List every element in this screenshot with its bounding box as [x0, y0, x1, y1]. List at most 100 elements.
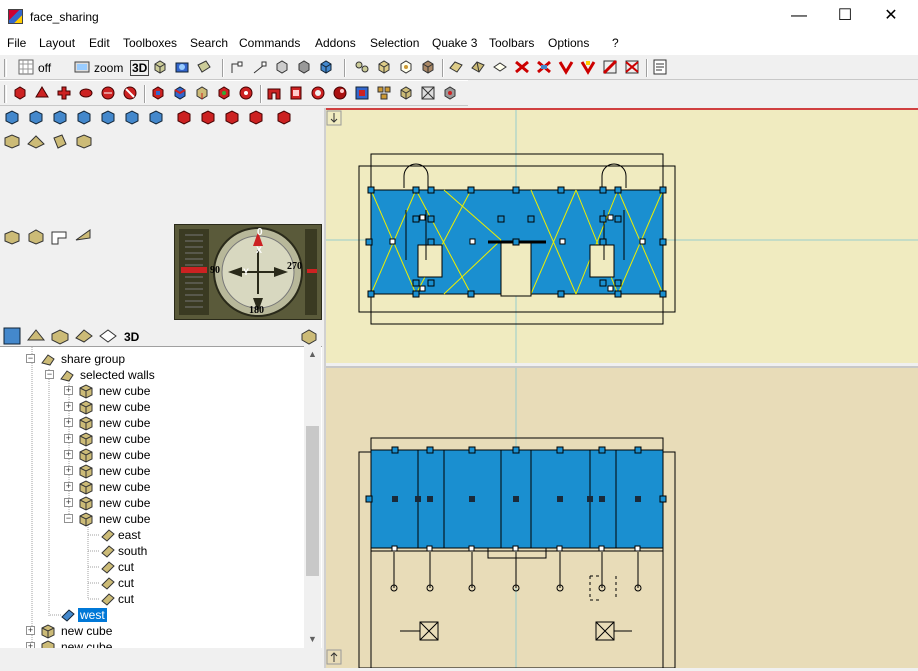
tree-node-cube[interactable]: + new cube [64, 415, 284, 431]
close-button[interactable]: ✕ [868, 0, 914, 32]
red-disk-icon[interactable] [122, 85, 140, 103]
tree-node-cube[interactable]: + new cube [64, 479, 284, 495]
toolbar-grip[interactable] [4, 59, 7, 77]
tree-node-cube[interactable]: + new cube [64, 431, 284, 447]
camera-icon[interactable] [174, 59, 192, 77]
expand-icon[interactable]: + [64, 450, 73, 459]
tree-node-cube[interactable]: + new cube [64, 447, 284, 463]
face-tool-2-icon[interactable] [470, 59, 488, 77]
zoom-icon[interactable] [74, 59, 92, 77]
cut-tool-1-icon[interactable] [514, 59, 532, 77]
entity-icon[interactable] [354, 59, 372, 77]
red-pipe-icon[interactable] [310, 85, 328, 103]
tree-scrollbar[interactable]: ▲ ▼ [304, 346, 321, 648]
red-arch-icon[interactable] [266, 85, 284, 103]
maximize-button[interactable]: ☐ [822, 0, 868, 32]
tree-node-cube[interactable]: + new cube [64, 463, 284, 479]
red-cylinder-icon[interactable] [78, 85, 96, 103]
scroll-down-icon[interactable]: ▼ [304, 631, 321, 648]
blue-red-cube-icon[interactable] [172, 85, 190, 103]
cube-brown-icon[interactable] [420, 59, 438, 77]
tree-node-face[interactable]: cut [100, 591, 280, 607]
menu-selection[interactable]: Selection [370, 36, 419, 50]
menu-edit[interactable]: Edit [89, 36, 110, 50]
grey-cube-icon[interactable] [442, 85, 460, 103]
toolbar-grip[interactable] [4, 85, 7, 103]
vertex-tool-icon[interactable] [230, 59, 248, 77]
red-sphere-icon[interactable] [100, 85, 118, 103]
blue-red-frame-icon[interactable] [354, 85, 372, 103]
cut-tool-3-icon[interactable] [558, 59, 576, 77]
tree-node-cube[interactable]: + new cube [64, 399, 284, 415]
menu-file[interactable]: File [7, 36, 26, 50]
map-view-top[interactable] [326, 108, 918, 363]
tree-node-cube[interactable]: + new cube [26, 639, 266, 648]
red-gear-icon[interactable] [238, 85, 256, 103]
scroll-thumb[interactable] [306, 426, 319, 576]
checker-icon[interactable] [420, 85, 438, 103]
red-prism-icon[interactable] [34, 85, 52, 103]
expand-icon[interactable]: + [64, 418, 73, 427]
view-3d-button[interactable]: 3D [130, 60, 150, 76]
cut-tool-6-icon[interactable] [624, 59, 642, 77]
tree-node-cube[interactable]: + new cube [64, 383, 284, 399]
tree-node-cube[interactable]: + new cube [26, 623, 266, 639]
menu-addons[interactable]: Addons [315, 36, 356, 50]
cube-group-icon[interactable] [376, 85, 394, 103]
tree-node-share-group[interactable]: − share group [26, 351, 286, 367]
grid-off-label[interactable]: off [38, 61, 51, 75]
tree-node-selected-face[interactable]: west [60, 607, 260, 623]
menu-quake3[interactable]: Quake 3 [432, 36, 477, 50]
menu-toolboxes[interactable]: Toolboxes [123, 36, 177, 50]
red-door-icon[interactable] [288, 85, 306, 103]
map-view-bottom[interactable] [326, 366, 918, 669]
menu-toolbars[interactable]: Toolbars [489, 36, 534, 50]
map-tree-view[interactable]: − share group − selected walls + new cub… [0, 346, 322, 648]
expand-icon[interactable]: + [64, 466, 73, 475]
grid-off-icon[interactable] [18, 59, 36, 77]
cut-tool-5-icon[interactable] [602, 59, 620, 77]
menu-commands[interactable]: Commands [239, 36, 300, 50]
menu-search[interactable]: Search [190, 36, 228, 50]
blue-cube-icon[interactable] [318, 59, 336, 77]
red-cube-icon[interactable] [12, 85, 30, 103]
scroll-up-icon[interactable]: ▲ [304, 346, 321, 363]
tree-node-cube[interactable]: + new cube [64, 495, 284, 511]
tree-node-cube-expanded[interactable]: − new cube [64, 511, 284, 527]
expand-icon[interactable]: + [64, 386, 73, 395]
zoom-label[interactable]: zoom [94, 61, 123, 75]
gold-cube-icon[interactable] [194, 85, 212, 103]
green-red-cube-icon[interactable] [216, 85, 234, 103]
face-tool-3-icon[interactable] [492, 59, 510, 77]
cut-tool-4-icon[interactable] [580, 59, 598, 77]
face-tool-1-icon[interactable] [448, 59, 466, 77]
edge-tool-icon[interactable] [252, 59, 270, 77]
expand-icon[interactable]: + [26, 642, 35, 648]
collapse-icon[interactable]: − [45, 370, 54, 379]
tree-node-face[interactable]: east [100, 527, 280, 543]
tree-toolbar[interactable]: 3D [0, 326, 322, 346]
expand-icon[interactable]: + [64, 482, 73, 491]
expand-icon[interactable]: + [64, 498, 73, 507]
menu-help[interactable]: ? [612, 36, 619, 50]
tree-node-selected-walls[interactable]: − selected walls [45, 367, 285, 383]
compass-widget[interactable]: 0 90 270 180 X Y [174, 224, 322, 320]
tree-node-face[interactable]: cut [100, 559, 280, 575]
cube-outline-icon[interactable] [398, 59, 416, 77]
expand-icon[interactable]: + [26, 626, 35, 635]
tree-node-face[interactable]: cut [100, 575, 280, 591]
gold-block-icon[interactable] [398, 85, 416, 103]
cut-tool-2-icon[interactable] [536, 59, 554, 77]
menu-layout[interactable]: Layout [39, 36, 75, 50]
red-torus-icon[interactable] [332, 85, 350, 103]
expand-icon[interactable]: + [64, 434, 73, 443]
polyhedron-icon[interactable] [274, 59, 292, 77]
texture-browser-icon[interactable] [196, 59, 214, 77]
minimize-button[interactable]: — [776, 0, 822, 32]
brush-select-icon[interactable] [296, 59, 314, 77]
menu-options[interactable]: Options [548, 36, 589, 50]
script-icon[interactable] [652, 59, 670, 77]
expand-icon[interactable]: + [64, 402, 73, 411]
cube-toolbar-icon[interactable] [152, 59, 170, 77]
red-cross-icon[interactable] [56, 85, 74, 103]
